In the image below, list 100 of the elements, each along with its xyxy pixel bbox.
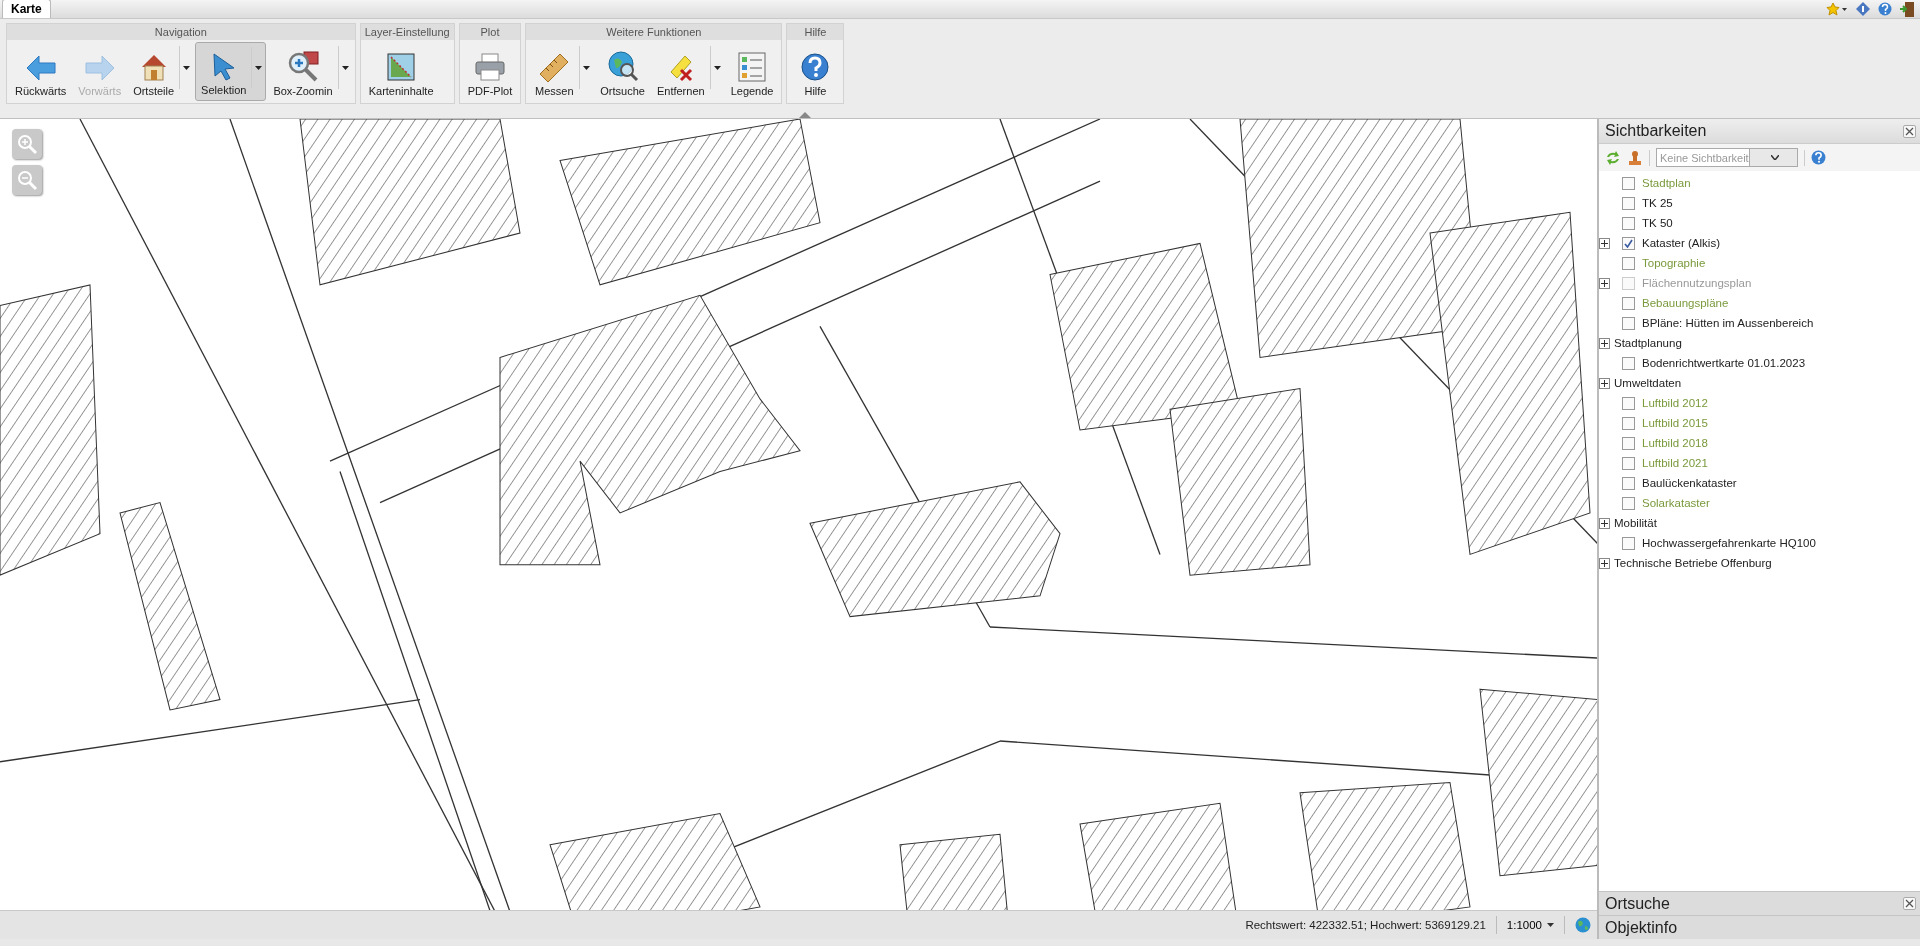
- panel-header[interactable]: Objektinfo: [1599, 915, 1920, 939]
- toolbar-button[interactable]: Ortsuche: [595, 42, 650, 101]
- group-title: Plot: [459, 24, 521, 40]
- group-title: Weitere Funktionen: [526, 24, 782, 40]
- expand-toggle-icon[interactable]: [1599, 237, 1610, 249]
- select-placeholder: Keine Sichtbarkeit: [1659, 151, 1749, 164]
- layer-label[interactable]: Hochwassergefahrenkarte HQ100: [1642, 537, 1816, 549]
- checkbox[interactable]: [1622, 256, 1635, 270]
- layer-label[interactable]: Baulückenkataster: [1642, 477, 1737, 489]
- stamp-icon[interactable]: [1627, 149, 1643, 166]
- toolbar-button[interactable]: Entfernen: [651, 42, 710, 101]
- close-button[interactable]: [1903, 897, 1916, 910]
- group-title: Navigation: [7, 24, 355, 40]
- layer-label[interactable]: Mobilität: [1614, 517, 1657, 529]
- checkbox[interactable]: [1622, 356, 1635, 370]
- zoom-in-button[interactable]: [12, 129, 42, 159]
- checkbox[interactable]: [1622, 196, 1635, 210]
- checkbox[interactable]: [1622, 496, 1635, 510]
- caret-icon: [1770, 155, 1779, 160]
- layer-label[interactable]: Kataster (Alkis): [1642, 237, 1720, 249]
- layer-label[interactable]: Technische Betriebe Offenburg: [1614, 557, 1772, 569]
- layer-label[interactable]: TK 25: [1642, 197, 1673, 209]
- caret-icon: [255, 65, 263, 70]
- scale-dropdown[interactable]: 1:1000: [1506, 919, 1554, 931]
- caret-icon: [341, 65, 349, 70]
- globe-icon[interactable]: [1575, 917, 1591, 933]
- expand-toggle-icon[interactable]: [1599, 277, 1610, 289]
- toolbar-button[interactable]: PDF-Plot: [462, 42, 518, 101]
- button-label: Hilfe: [804, 85, 827, 97]
- checkbox[interactable]: [1622, 536, 1635, 550]
- checkbox[interactable]: [1622, 236, 1635, 250]
- panel-header[interactable]: Ortsuche: [1599, 891, 1920, 915]
- toolbar-button[interactable]: Hilfe: [790, 42, 841, 101]
- button-label: Ortsteile: [133, 85, 175, 97]
- caret-icon: [583, 65, 591, 70]
- map-layers-icon: [386, 52, 417, 82]
- group-title: Hilfe: [787, 24, 844, 40]
- layer-label[interactable]: BPläne: Hütten im Aussenbereich: [1642, 317, 1814, 329]
- printer-icon: [474, 52, 506, 82]
- button-label: Entfernen: [656, 85, 705, 97]
- panel-title: Sichtbarkeiten: [1605, 122, 1707, 140]
- dropdown-button[interactable]: [709, 46, 724, 89]
- exit-door-icon[interactable]: [1900, 1, 1914, 17]
- checkbox[interactable]: [1622, 216, 1635, 230]
- toolbar-button[interactable]: Ortsteile: [128, 42, 180, 101]
- layer-label[interactable]: Umweltdaten: [1614, 377, 1682, 389]
- globe-search-icon: [606, 50, 639, 82]
- arrow-right-icon: [83, 54, 116, 82]
- panel-title: Ortsuche: [1605, 894, 1670, 913]
- button-label: Box-Zoomin: [273, 85, 333, 97]
- refresh-icon[interactable]: [1605, 150, 1621, 165]
- expand-toggle-icon[interactable]: [1599, 557, 1610, 569]
- zoom-out-icon: [16, 169, 38, 191]
- expand-toggle-icon[interactable]: [1599, 377, 1610, 389]
- checkbox[interactable]: [1622, 296, 1635, 310]
- map-tab[interactable]: Karte: [2, 0, 51, 18]
- close-button[interactable]: [1903, 124, 1916, 138]
- dropdown-button[interactable]: [337, 46, 352, 89]
- help-icon[interactable]: [1811, 150, 1826, 165]
- button-label: Karteninhalte: [368, 85, 434, 97]
- coordinates-text: Rechtswert: 422332.51; Hochwert: 5369129.21: [1245, 919, 1486, 931]
- info-diamond-icon[interactable]: [1856, 2, 1870, 16]
- help-icon: [800, 52, 831, 82]
- button-label: Ortsuche: [600, 85, 645, 97]
- zoom-in-icon: [16, 133, 38, 155]
- checkbox[interactable]: [1622, 396, 1635, 410]
- button-label: Messen: [535, 85, 574, 97]
- caret-icon: [183, 65, 191, 70]
- toolbar-button[interactable]: Rückwärts: [10, 42, 72, 101]
- checkbox[interactable]: [1622, 476, 1635, 490]
- caret-icon: [1547, 923, 1554, 927]
- layer-label[interactable]: Bodenrichtwertkarte 01.01.2023: [1642, 357, 1806, 369]
- button-label: Legende: [730, 85, 774, 97]
- group-title: Layer-Einstellung: [360, 24, 454, 40]
- toolbar-button[interactable]: Karteninhalte: [363, 42, 439, 101]
- toolbar-button[interactable]: Box-Zoomin: [268, 42, 338, 101]
- expand-toggle-icon[interactable]: [1599, 517, 1610, 529]
- star-icon[interactable]: [1826, 2, 1848, 16]
- toolbar-button[interactable]: Messen: [529, 42, 580, 101]
- caret-icon: [713, 65, 721, 70]
- checkbox[interactable]: [1622, 416, 1635, 430]
- button-label: Vorwärts: [78, 85, 122, 97]
- legend-list-icon: [738, 52, 767, 82]
- toolbar-button[interactable]: Legende: [725, 42, 779, 101]
- checkbox[interactable]: [1622, 276, 1635, 290]
- zoom-box-icon: [286, 50, 320, 82]
- help-icon[interactable]: [1878, 2, 1892, 16]
- ruler-icon: [538, 52, 571, 82]
- expand-toggle-icon[interactable]: [1599, 337, 1610, 349]
- zoom-out-button[interactable]: [12, 165, 42, 195]
- arrow-left-icon: [24, 54, 57, 82]
- button-label: Selektion: [201, 84, 247, 96]
- panel-title: Objektinfo: [1605, 918, 1678, 937]
- layer-label[interactable]: TK 50: [1642, 217, 1673, 229]
- checkbox[interactable]: [1622, 456, 1635, 470]
- checkbox[interactable]: [1622, 176, 1635, 190]
- checkbox[interactable]: [1622, 436, 1635, 450]
- button-label: Rückwärts: [15, 85, 67, 97]
- layer-label[interactable]: Stadtplanung: [1614, 337, 1682, 349]
- checkbox[interactable]: [1622, 316, 1635, 330]
